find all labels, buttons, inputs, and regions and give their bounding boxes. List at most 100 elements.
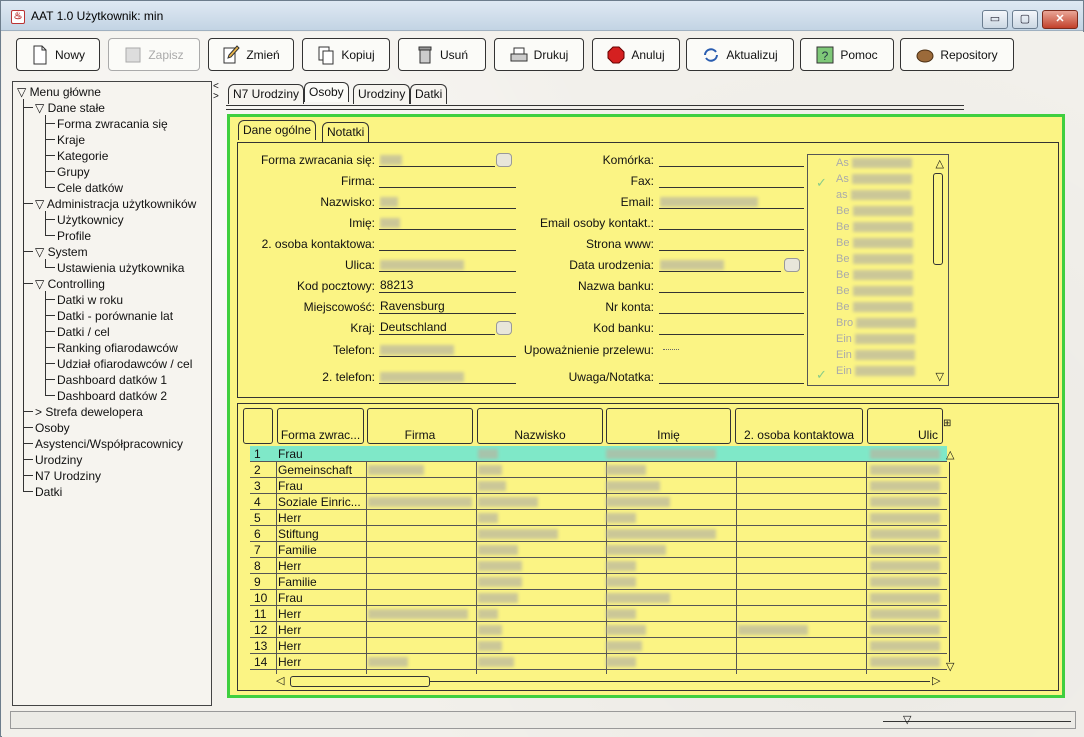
table-row[interactable]: 13 Herr	[250, 638, 947, 654]
list-item[interactable]: Be	[836, 221, 913, 233]
print-button[interactable]: Drukuj	[494, 38, 584, 71]
tab-datki[interactable]: Datki	[410, 84, 448, 104]
help-button[interactable]: ? Pomoc	[800, 38, 894, 71]
lastname-field[interactable]	[379, 194, 516, 209]
tab-notatki[interactable]: Notatki	[322, 122, 370, 142]
tree-item-udzial[interactable]: Udział ofiarodawców / cel	[57, 357, 192, 371]
phone-field[interactable]	[379, 342, 516, 357]
tab-dane-ogolne[interactable]: Dane ogólne	[238, 120, 317, 140]
refresh-button[interactable]: Aktualizuj	[686, 38, 794, 71]
maximize-button[interactable]: ▢	[1012, 10, 1038, 29]
list-item[interactable]: Be	[836, 237, 913, 249]
copy-button[interactable]: Kopiuj	[302, 38, 390, 71]
scroll-up-icon[interactable]: △	[936, 157, 944, 170]
table-row[interactable]: 11 Herr	[250, 606, 947, 622]
list-item[interactable]: As	[836, 157, 912, 169]
table-row[interactable]: 12 Herr	[250, 622, 947, 638]
scroll-up-icon[interactable]: △	[946, 448, 954, 461]
tree-item-datki-cel[interactable]: Datki / cel	[57, 325, 110, 339]
list-item[interactable]: Be	[836, 269, 913, 281]
list-item[interactable]: Ein	[836, 365, 915, 377]
tree-node-controlling[interactable]: ▽ Controlling	[35, 277, 105, 291]
status-slider-handle[interactable]: ▽	[903, 713, 911, 726]
tree-item-dashboard-1[interactable]: Dashboard datków 1	[57, 373, 167, 387]
vertical-scrollbar-track[interactable]	[949, 462, 950, 662]
salutation-field[interactable]	[379, 152, 495, 167]
note-field[interactable]	[659, 369, 804, 384]
categories-listbox[interactable]: As As as Be Be Be Be Be Be Be Bro Ein Ei…	[807, 154, 949, 386]
list-item[interactable]: Ein	[836, 349, 915, 361]
tree-node-strefa[interactable]: > Strefa dewelopera	[35, 405, 143, 419]
tab-urodziny[interactable]: Urodziny	[353, 84, 411, 104]
list-item[interactable]: Ein	[836, 333, 915, 345]
tree-node-dane-stale[interactable]: ▽ Dane stałe	[35, 101, 105, 115]
table-row[interactable]: 6 Stiftung	[250, 526, 947, 542]
phone2-field[interactable]	[379, 369, 516, 384]
tab-n7-urodziny[interactable]: N7 Urodziny	[228, 84, 305, 104]
tree-item-dashboard-2[interactable]: Dashboard datków 2	[57, 389, 167, 403]
close-button[interactable]: ✕	[1042, 10, 1078, 29]
account-number-field[interactable]	[659, 299, 804, 314]
table-row[interactable]: 10 Frau	[250, 590, 947, 606]
tree-item-osoby[interactable]: Osoby	[35, 421, 70, 435]
column-header[interactable]: Forma zwrac...	[277, 408, 364, 444]
firstname-field[interactable]	[379, 215, 516, 230]
table-row[interactable]: 4 Soziale Einric...	[250, 494, 947, 510]
scroll-right-icon[interactable]: ▷	[932, 674, 940, 687]
tree-item-asystenci[interactable]: Asystenci/Współpracownicy	[35, 437, 183, 451]
list-item[interactable]: Be	[836, 285, 913, 297]
email-field[interactable]	[659, 194, 804, 209]
country-field[interactable]: Deutschland	[379, 320, 495, 335]
minimize-button[interactable]: ▭	[982, 10, 1008, 29]
column-header[interactable]: Ulic	[867, 408, 943, 444]
list-item[interactable]: Be	[836, 253, 913, 265]
list-item[interactable]: As	[836, 173, 912, 185]
new-button[interactable]: Nowy	[16, 38, 100, 71]
tree-item-ustawienia[interactable]: Ustawienia użytkownika	[57, 261, 184, 275]
column-header[interactable]: Firma	[367, 408, 473, 444]
tree-item-datki-w-roku[interactable]: Datki w roku	[57, 293, 123, 307]
column-header[interactable]: Nazwisko	[477, 408, 603, 444]
date-picker-button[interactable]	[784, 258, 800, 272]
tree-item-kategorie[interactable]: Kategorie	[57, 149, 108, 163]
tree-item-cele-datkow[interactable]: Cele datków	[57, 181, 123, 195]
table-row[interactable]: 5 Herr	[250, 510, 947, 526]
table-row[interactable]: 3 Frau	[250, 478, 947, 494]
scroll-down-icon[interactable]: ▽	[936, 370, 944, 383]
city-field[interactable]: Ravensburg	[379, 299, 516, 314]
column-header[interactable]: 2. osoba kontaktowa	[735, 408, 863, 444]
repository-button[interactable]: Repository	[900, 38, 1014, 71]
list-item[interactable]: Bro	[836, 317, 917, 329]
edit-button[interactable]: Zmień	[208, 38, 294, 71]
tree-root[interactable]: ▽ Menu główne	[17, 85, 101, 99]
tab-osoby[interactable]: Osoby	[304, 82, 349, 102]
bank-code-field[interactable]	[659, 320, 804, 335]
scroll-down-icon[interactable]: ▽	[946, 660, 954, 673]
tree-item-profile[interactable]: Profile	[57, 229, 91, 243]
tree-item-grupy[interactable]: Grupy	[57, 165, 90, 179]
delete-button[interactable]: Usuń	[398, 38, 486, 71]
splitter-arrows[interactable]: < >	[213, 82, 219, 102]
tree-item-uzytkownicy[interactable]: Użytkownicy	[57, 213, 124, 227]
table-row[interactable]: 8 Herr	[250, 558, 947, 574]
table-settings-icon[interactable]: ⊞	[943, 418, 951, 429]
second-contact-field[interactable]	[379, 236, 516, 251]
tree-node-system[interactable]: ▽ System	[35, 245, 88, 259]
scrollbar-thumb[interactable]	[933, 173, 943, 265]
company-field[interactable]	[379, 173, 516, 188]
cancel-button[interactable]: Anuluj	[592, 38, 680, 71]
scroll-left-icon[interactable]: ◁	[276, 674, 284, 687]
tree-item-kraje[interactable]: Kraje	[57, 133, 85, 147]
contact-email-field[interactable]	[659, 215, 804, 230]
street-field[interactable]	[379, 257, 516, 272]
website-field[interactable]	[659, 236, 804, 251]
birthdate-field[interactable]	[659, 257, 781, 272]
table-row[interactable]: 9 Familie	[250, 574, 947, 590]
list-item[interactable]: as	[836, 189, 911, 201]
bank-name-field[interactable]	[659, 278, 804, 293]
mobile-field[interactable]	[659, 152, 804, 167]
tree-node-administracja[interactable]: ▽ Administracja użytkowników	[35, 197, 196, 211]
tree-item-urodziny[interactable]: Urodziny	[35, 453, 82, 467]
tree-item-datki-porownanie[interactable]: Datki - porównanie lat	[57, 309, 173, 323]
transfer-authorization-field[interactable]	[663, 349, 679, 350]
